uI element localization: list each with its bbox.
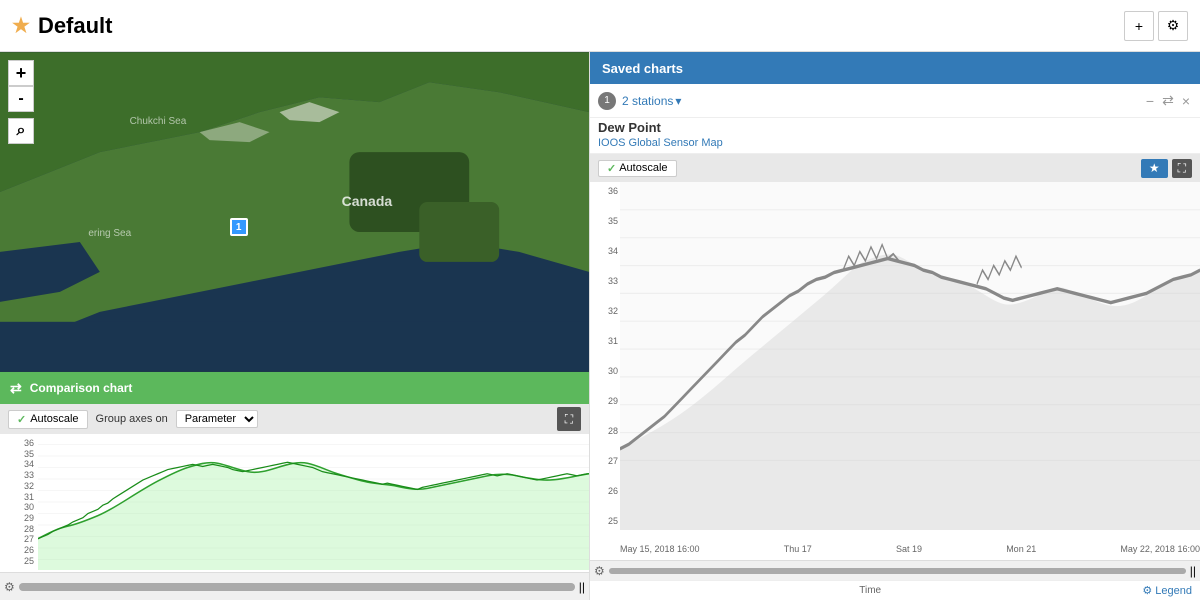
- stations-label: 2 stations: [622, 94, 673, 108]
- scrollbar-track[interactable]: [19, 583, 575, 591]
- page-title: Default: [38, 13, 113, 39]
- saved-x-axis: May 15, 2018 16:00 Thu 17 Sat 19 Mon 21 …: [620, 542, 1200, 560]
- group-axes-label: Group axes on: [96, 413, 168, 425]
- map-container: + - ⌕ 1 Canada ering Sea Chukchi Sea: [0, 52, 589, 372]
- shuffle-button[interactable]: ⇄: [1160, 90, 1176, 111]
- saved-gear-icon[interactable]: ⚙: [594, 564, 605, 578]
- chart-card-meta: Dew Point IOOS Global Sensor Map: [590, 118, 1200, 154]
- chart-card-header: 1 2 stations ▾ − ⇄ ×: [590, 84, 1200, 118]
- map-label-bering: ering Sea: [88, 228, 131, 239]
- comparison-chart-area: 36 35 34 33 32 31 30 29 28 27 26 25: [0, 434, 589, 600]
- saved-autoscale-button[interactable]: ✓ Autoscale: [598, 160, 677, 177]
- zoom-out-button[interactable]: -: [8, 86, 34, 112]
- legend-label: Legend: [1155, 585, 1192, 597]
- minus-button[interactable]: −: [1144, 91, 1156, 111]
- dropdown-chevron-icon: ▾: [675, 94, 681, 108]
- map-controls: + - ⌕: [8, 60, 34, 144]
- autoscale-button[interactable]: ✓ Autoscale: [8, 410, 88, 429]
- autoscale-label: Autoscale: [30, 413, 78, 425]
- saved-chart-right-buttons: ★ ⛶: [1141, 159, 1192, 178]
- map-label-canada: Canada: [342, 193, 393, 209]
- comparison-chart-label: Comparison chart: [30, 381, 133, 395]
- saved-autoscale-label: Autoscale: [619, 162, 667, 174]
- right-panel: Saved charts 1 2 stations ▾ − ⇄ × Dew Po…: [590, 52, 1200, 600]
- comparison-icon: ⇄: [10, 380, 22, 397]
- star-icon[interactable]: ★: [12, 13, 30, 38]
- saved-chart-area: 36 35 34 33 32 31 30 29 28 27 26 25: [590, 182, 1200, 580]
- comparison-chart-plot: [38, 434, 589, 570]
- comparison-chart-controls: ✓ Autoscale Group axes on Parameter ⛶: [0, 404, 589, 434]
- close-button[interactable]: ×: [1180, 91, 1192, 111]
- chart-gear-icon[interactable]: ⚙: [4, 580, 15, 594]
- favorite-button[interactable]: ★: [1141, 159, 1168, 178]
- comparison-scrollbar[interactable]: ⚙ ||: [0, 572, 589, 600]
- stations-dropdown[interactable]: 2 stations ▾: [622, 94, 681, 108]
- saved-chart-card: 1 2 stations ▾ − ⇄ × Dew Point IOOS Glob…: [590, 84, 1200, 600]
- settings-button[interactable]: ⚙: [1158, 11, 1188, 41]
- main-layout: + - ⌕ 1 Canada ering Sea Chukchi Sea ⇄ C…: [0, 52, 1200, 600]
- saved-chart-plot: [620, 182, 1200, 530]
- page-title-area: ★ Default: [12, 13, 113, 39]
- ioos-link[interactable]: IOOS Global Sensor Map: [598, 137, 723, 149]
- chart-number-badge: 1: [598, 92, 616, 110]
- comparison-chart-bar: ⇄ Comparison chart: [0, 372, 589, 404]
- add-button[interactable]: +: [1124, 11, 1154, 41]
- left-panel: + - ⌕ 1 Canada ering Sea Chukchi Sea ⇄ C…: [0, 52, 590, 600]
- saved-charts-title: Saved charts: [602, 61, 683, 76]
- saved-autoscale-check: ✓: [607, 162, 616, 175]
- map-label-chukchi: Chukchi Sea: [130, 116, 187, 127]
- top-bar-buttons: + ⚙: [1124, 11, 1188, 41]
- time-axis-label: Time: [598, 585, 1142, 596]
- zoom-extent-button[interactable]: ⌕: [8, 118, 34, 144]
- comparison-y-axis: 36 35 34 33 32 31 30 29 28 27 26 25: [0, 434, 38, 570]
- gear-legend-icon: ⚙: [1142, 584, 1152, 597]
- saved-scrollbar-track[interactable]: [609, 568, 1186, 574]
- top-bar: ★ Default + ⚙: [0, 0, 1200, 52]
- group-axes-select[interactable]: Parameter: [176, 410, 258, 428]
- legend-button[interactable]: ⚙ Legend: [1142, 584, 1192, 597]
- saved-charts-header: Saved charts: [590, 52, 1200, 84]
- saved-scrollbar-thumb[interactable]: [609, 568, 1186, 574]
- saved-scrollbar-end: ||: [1190, 564, 1196, 578]
- scrollbar-thumb[interactable]: [19, 583, 575, 591]
- saved-scrollbar[interactable]: ⚙ ||: [590, 560, 1200, 580]
- expand-saved-button[interactable]: ⛶: [1172, 159, 1192, 178]
- chart-footer: Time ⚙ Legend: [590, 580, 1200, 600]
- expand-comparison-button[interactable]: ⛶: [557, 407, 581, 431]
- saved-chart-controls: ✓ Autoscale ★ ⛶: [590, 154, 1200, 182]
- map-marker-1[interactable]: 1: [230, 218, 248, 236]
- chart-card-actions: − ⇄ ×: [1144, 90, 1192, 111]
- map-svg: [0, 52, 589, 372]
- saved-y-axis: 36 35 34 33 32 31 30 29 28 27 26 25: [590, 182, 620, 530]
- dew-point-title: Dew Point: [598, 120, 1192, 135]
- zoom-in-button[interactable]: +: [8, 60, 34, 86]
- autoscale-check: ✓: [17, 413, 26, 426]
- scrollbar-end: ||: [579, 580, 585, 594]
